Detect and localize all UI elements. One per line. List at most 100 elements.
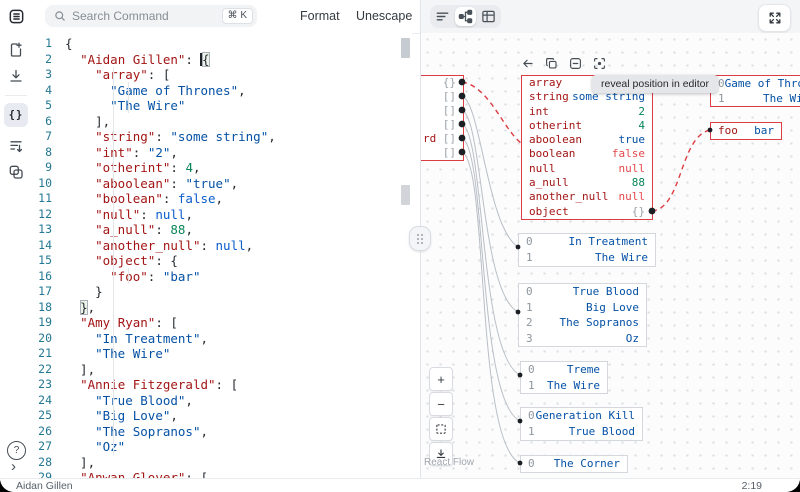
editor-line[interactable]: 12 "null": null, xyxy=(32,207,412,223)
collapse-sidebar-button[interactable]: › xyxy=(11,458,16,475)
editor-line[interactable]: 2 "Aidan Gillen": { xyxy=(32,52,412,68)
collapse-node-button[interactable] xyxy=(569,57,582,70)
search-command-input[interactable]: Search Command ⌘ K xyxy=(45,5,257,27)
editor-line[interactable]: 8 "int": "2", xyxy=(32,145,412,161)
search-shortcut-badge: ⌘ K xyxy=(222,8,253,24)
editor-scrollbar-thumb[interactable] xyxy=(401,38,410,58)
line-number: 28 xyxy=(32,455,52,471)
editor-line[interactable]: 29 "Anwan Glover": [ xyxy=(32,470,412,478)
format-button[interactable]: Format xyxy=(294,8,346,24)
new-document-button[interactable] xyxy=(0,38,32,62)
collapse-sidebar-icon: › xyxy=(11,458,16,475)
editor-line[interactable]: 25 "Big Love", xyxy=(32,408,412,424)
editor-line[interactable]: 27 "Oz" xyxy=(32,439,412,455)
app-logo[interactable] xyxy=(0,4,32,28)
line-number: 11 xyxy=(32,191,52,207)
copy-node-button[interactable] xyxy=(545,57,558,70)
back-icon xyxy=(521,57,534,70)
graph-node-aidan-gillen[interactable]: arraystringsome stringint2otherint4abool… xyxy=(521,75,653,220)
node-row: booleanfalse xyxy=(522,147,652,161)
line-number: 21 xyxy=(32,346,52,362)
transform-button[interactable] xyxy=(0,134,32,158)
editor-line[interactable]: 5 "The Wire" xyxy=(32,98,412,114)
editor-line[interactable]: 3 "array": [ xyxy=(32,67,412,83)
line-number: 24 xyxy=(32,393,52,409)
editor-line[interactable]: 9 "otherint": 4, xyxy=(32,160,412,176)
graph-node-alexander[interactable]: 0Generation Kill1True Blood xyxy=(520,407,643,441)
editor-line[interactable]: 21 "The Wire" xyxy=(32,346,412,362)
graph-canvas[interactable]: reveal position in editor + − React Flow… xyxy=(421,33,800,478)
indent-guide xyxy=(113,67,114,455)
fit-view-button[interactable] xyxy=(429,417,453,441)
unescape-button[interactable]: Unescape xyxy=(350,8,418,24)
graph-edge xyxy=(462,138,520,421)
sidebar: {} ? › xyxy=(0,0,33,478)
help-button[interactable]: ? xyxy=(7,441,26,460)
editor-line[interactable]: 19 "Amy Ryan": [ xyxy=(32,315,412,331)
json-editor[interactable]: 1{2 "Aidan Gillen": {3 "array": [4 "Game… xyxy=(32,33,412,478)
tab-table-view[interactable] xyxy=(478,7,499,26)
compare-nodes-icon xyxy=(8,164,24,180)
graph-node-annie-fitzgerald[interactable]: 0True Blood1Big Love2The Sopranos3Oz xyxy=(518,283,647,347)
editor-line[interactable]: 23 "Annie Fitzgerald": [ xyxy=(32,377,412,393)
line-number: 8 xyxy=(32,145,52,161)
view-switch xyxy=(430,5,501,28)
node-row: 1The Wire xyxy=(521,378,607,394)
editor-line[interactable]: 14 "another_null": null, xyxy=(32,238,412,254)
node-row: {} xyxy=(421,76,463,90)
editor-line[interactable]: 7 "string": "some string", xyxy=(32,129,412,145)
editor-line[interactable]: 1{ xyxy=(32,36,412,52)
node-row: int2 xyxy=(522,105,652,119)
editor-line[interactable]: 28 ], xyxy=(32,455,412,471)
editor-line[interactable]: 13 "a_null": 88, xyxy=(32,222,412,238)
editor-line[interactable]: 18 }, xyxy=(32,300,412,316)
zoom-out-button[interactable]: − xyxy=(429,392,453,416)
editor-line[interactable]: 4 "Game of Thrones", xyxy=(32,83,412,99)
download-button[interactable] xyxy=(0,64,32,88)
collapse-node-icon xyxy=(569,57,582,70)
tab-graph-view[interactable] xyxy=(455,7,476,26)
line-number: 15 xyxy=(32,253,52,269)
graph-node-anwan-glover[interactable]: 0Treme1The Wire xyxy=(520,361,608,394)
maximize-icon xyxy=(768,11,782,25)
node-row: 0True Blood xyxy=(519,284,646,300)
line-number: 10 xyxy=(32,176,52,192)
editor-line[interactable]: 11 "boolean": false, xyxy=(32,191,412,207)
indent-guide xyxy=(128,268,129,284)
line-number: 5 xyxy=(32,98,52,114)
graph-node-root[interactable]: {}[][][]rd[][] xyxy=(421,75,464,161)
editor-header: Search Command ⌘ K Format Unescape xyxy=(32,0,420,34)
editor-scrollbar-mark[interactable] xyxy=(401,185,410,205)
sidebar-item-json-editor[interactable]: {} xyxy=(4,103,28,127)
graph-node-alice[interactable]: 0The Corner xyxy=(520,455,628,473)
back-button[interactable] xyxy=(521,57,534,70)
search-icon xyxy=(54,10,66,22)
tab-list-view[interactable] xyxy=(432,7,453,26)
editor-line[interactable]: 10 "aboolean": "true", xyxy=(32,176,412,192)
node-row: object{} xyxy=(522,205,652,219)
graph-node-aidan-object[interactable]: foobar xyxy=(710,122,782,140)
editor-line[interactable]: 26 "The Sopranos", xyxy=(32,424,412,440)
line-number: 16 xyxy=(32,269,52,285)
status-bar: Aidan Gillen 2:19 xyxy=(0,478,800,492)
editor-line[interactable]: 6 ], xyxy=(32,114,412,130)
node-row: [] xyxy=(421,146,463,160)
selected-path-edge xyxy=(462,82,521,143)
graph-node-aidan-array[interactable]: 0Game of Thrones1The Wire xyxy=(710,75,800,107)
compare-button[interactable] xyxy=(0,160,32,184)
node-row: 0In Treatment xyxy=(519,234,655,250)
panel-resize-handle[interactable] xyxy=(409,226,431,251)
editor-line[interactable]: 20 "In Treatment", xyxy=(32,331,412,347)
editor-line[interactable]: 24 "True Blood", xyxy=(32,393,412,409)
editor-line[interactable]: 15 "object": { xyxy=(32,253,412,269)
fullscreen-button[interactable] xyxy=(758,4,791,32)
table-view-icon xyxy=(481,9,496,24)
node-row: 1True Blood xyxy=(521,424,642,440)
graph-node-amy-ryan[interactable]: 0In Treatment1The Wire xyxy=(518,233,656,267)
editor-line[interactable]: 17 } xyxy=(32,284,412,300)
editor-line[interactable]: 16 "foo": "bar" xyxy=(32,269,412,285)
editor-line[interactable]: 22 ], xyxy=(32,362,412,378)
react-flow-attribution: React Flow xyxy=(424,457,474,468)
focus-node-button[interactable] xyxy=(593,57,606,70)
zoom-in-button[interactable]: + xyxy=(429,367,453,391)
